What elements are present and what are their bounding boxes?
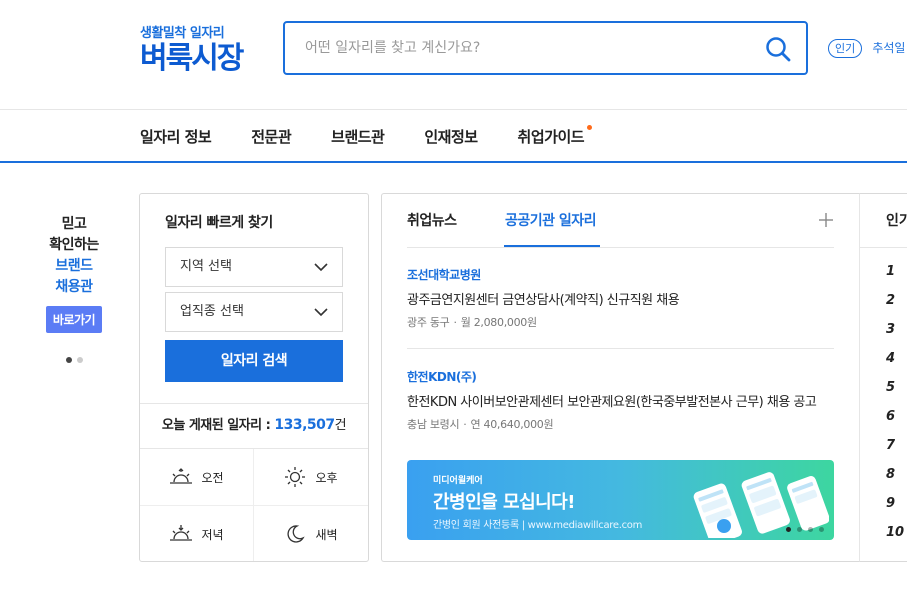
rank-number: 1 xyxy=(886,264,896,279)
search-input[interactable] xyxy=(305,35,745,61)
rank-number: 5 xyxy=(886,380,896,395)
brand-banner: 믿고 확인하는 브랜드 채용관 바로가기 xyxy=(30,214,118,363)
nav-brand[interactable]: 브랜드관 xyxy=(331,126,385,147)
tab-public-jobs[interactable]: 공공기관 일자리 xyxy=(505,210,597,230)
ad-brand: 미디어윌케어 xyxy=(433,476,483,486)
today-posted: 오늘 게재된 일자리 : 133,507건 xyxy=(140,414,368,433)
time-evening-label: 저녁 xyxy=(201,527,224,542)
nav-underline xyxy=(0,161,907,163)
time-afternoon-label: 오후 xyxy=(315,470,338,485)
job-search-button[interactable]: 일자리 검색 xyxy=(165,340,343,382)
banner-dot[interactable] xyxy=(76,357,83,363)
region-select-label: 지역 선택 xyxy=(180,259,232,274)
header-divider xyxy=(0,109,907,110)
brand-line-1: 믿고 xyxy=(61,216,87,232)
job-title[interactable]: 한전KDN 사이버보안관제센터 보안관제요원(한국중부발전본사 근무) 채용 공… xyxy=(407,391,837,410)
ad-banner[interactable]: 미디어윌케어 간병인을 모십니다! 간병인 회원 사전등록 | www.medi… xyxy=(407,460,834,540)
job-item[interactable]: 조선대학교병원 광주금연지원센터 금연상담사(계약직) 신규직원 채용 광주 동… xyxy=(407,266,837,330)
category-select-label: 업직종 선택 xyxy=(180,304,244,319)
rank-number: 6 xyxy=(886,409,896,424)
nav-career-guide[interactable]: 취업가이드 xyxy=(517,125,593,147)
divider xyxy=(407,247,834,248)
popular-badge: 인기 xyxy=(828,39,863,58)
job-pay: 연 40,640,000원 xyxy=(470,418,554,431)
separator-dot: · xyxy=(453,316,457,329)
rank-number: 2 xyxy=(886,293,896,308)
nav-job-info[interactable]: 일자리 정보 xyxy=(140,126,212,147)
banner-pagination xyxy=(30,357,118,363)
rank-number: 7 xyxy=(886,438,896,453)
logo-title: 벼룩시장 xyxy=(140,41,244,76)
time-evening-button[interactable]: 저녁 xyxy=(140,506,253,562)
logo-subtitle: 생활밀착 일자리 xyxy=(140,26,225,41)
chevron-down-icon xyxy=(314,263,328,272)
brand-line-2: 확인하는 xyxy=(49,237,99,253)
category-select[interactable]: 업직종 선택 xyxy=(165,292,343,332)
sun-icon xyxy=(285,467,306,487)
time-morning-label: 오전 xyxy=(201,470,224,485)
rank-number: 8 xyxy=(886,467,896,482)
search-box xyxy=(283,21,808,75)
time-afternoon-button[interactable]: 오후 xyxy=(254,449,367,505)
today-count: 133,507 xyxy=(274,417,335,433)
rank-number: 10 xyxy=(886,525,905,540)
today-unit: 건 xyxy=(334,418,347,433)
tab-job-news[interactable]: 취업뉴스 xyxy=(407,210,457,230)
job-title[interactable]: 광주금연지원센터 금연상담사(계약직) 신규직원 채용 xyxy=(407,289,837,308)
divider xyxy=(860,247,907,248)
popular-keyword-text[interactable]: 추석일 xyxy=(872,41,905,55)
ad-subtitle: 간병인 회원 사전등록 | www.mediawillcare.com xyxy=(433,520,643,531)
ad-pagination xyxy=(786,527,824,532)
news-panel: 취업뉴스 공공기관 일자리 조선대학교병원 광주금연지원센터 금연상담사(계약직… xyxy=(381,193,859,562)
sunrise-icon xyxy=(170,468,193,484)
time-dawn-button[interactable]: 새벽 xyxy=(254,506,367,562)
time-dawn-label: 새벽 xyxy=(315,527,338,542)
nav-specialty[interactable]: 전문관 xyxy=(251,126,291,147)
ad-dot[interactable] xyxy=(819,527,824,532)
time-morning-button[interactable]: 오전 xyxy=(140,449,253,505)
plus-icon[interactable] xyxy=(818,212,834,228)
rank-number: 4 xyxy=(886,351,896,366)
chevron-down-icon xyxy=(314,308,328,317)
today-label: 오늘 게재된 일자리 : xyxy=(161,418,271,433)
job-pay: 월 2,080,000원 xyxy=(460,316,537,329)
ranking-panel: 인기 1 2 3 4 5 6 7 8 9 10 xyxy=(859,193,907,562)
divider xyxy=(140,403,368,404)
new-dot-icon xyxy=(587,125,593,130)
ad-dot-active[interactable] xyxy=(786,527,791,532)
divider xyxy=(407,348,834,349)
job-item[interactable]: 한전KDN(주) 한전KDN 사이버보안관제센터 보안관제요원(한국중부발전본사… xyxy=(407,368,837,432)
sunset-icon xyxy=(170,525,193,541)
quick-job-search: 일자리 빠르게 찾기 지역 선택 업직종 선택 일자리 검색 오늘 게재된 일자… xyxy=(139,193,369,562)
ranking-title: 인기 xyxy=(886,213,907,229)
nav-career-guide-label: 취업가이드 xyxy=(517,128,585,146)
job-company: 한전KDN(주) xyxy=(407,370,477,384)
logo[interactable]: 생활밀착 일자리 벼룩시장 xyxy=(140,22,244,77)
job-location: 충남 보령시 xyxy=(407,418,460,431)
search-icon[interactable] xyxy=(764,35,792,63)
rank-number: 3 xyxy=(886,322,896,337)
moon-icon xyxy=(287,525,306,543)
banner-dot-active[interactable] xyxy=(65,357,72,363)
job-location: 광주 동구 xyxy=(407,316,450,329)
brand-line-3: 브랜드 xyxy=(55,258,93,274)
ad-dot[interactable] xyxy=(808,527,813,532)
ad-dot[interactable] xyxy=(797,527,802,532)
brand-line-4: 채용관 xyxy=(55,279,93,295)
separator-dot: · xyxy=(463,418,467,431)
quick-search-title: 일자리 빠르게 찾기 xyxy=(165,215,273,231)
job-meta: 광주 동구 · 월 2,080,000원 xyxy=(407,314,837,330)
job-company: 조선대학교병원 xyxy=(407,268,481,282)
ad-title: 간병인을 모십니다! xyxy=(433,492,575,513)
nav-talent[interactable]: 인재정보 xyxy=(424,126,478,147)
main-nav: 일자리 정보 전문관 브랜드관 인재정보 취업가이드 xyxy=(140,125,624,147)
popular-keyword[interactable]: 인기 추석일 xyxy=(828,37,905,58)
job-meta: 충남 보령시 · 연 40,640,000원 xyxy=(407,416,837,432)
brand-go-button[interactable]: 바로가기 xyxy=(45,306,103,333)
region-select[interactable]: 지역 선택 xyxy=(165,247,343,287)
rank-number: 9 xyxy=(886,496,896,511)
